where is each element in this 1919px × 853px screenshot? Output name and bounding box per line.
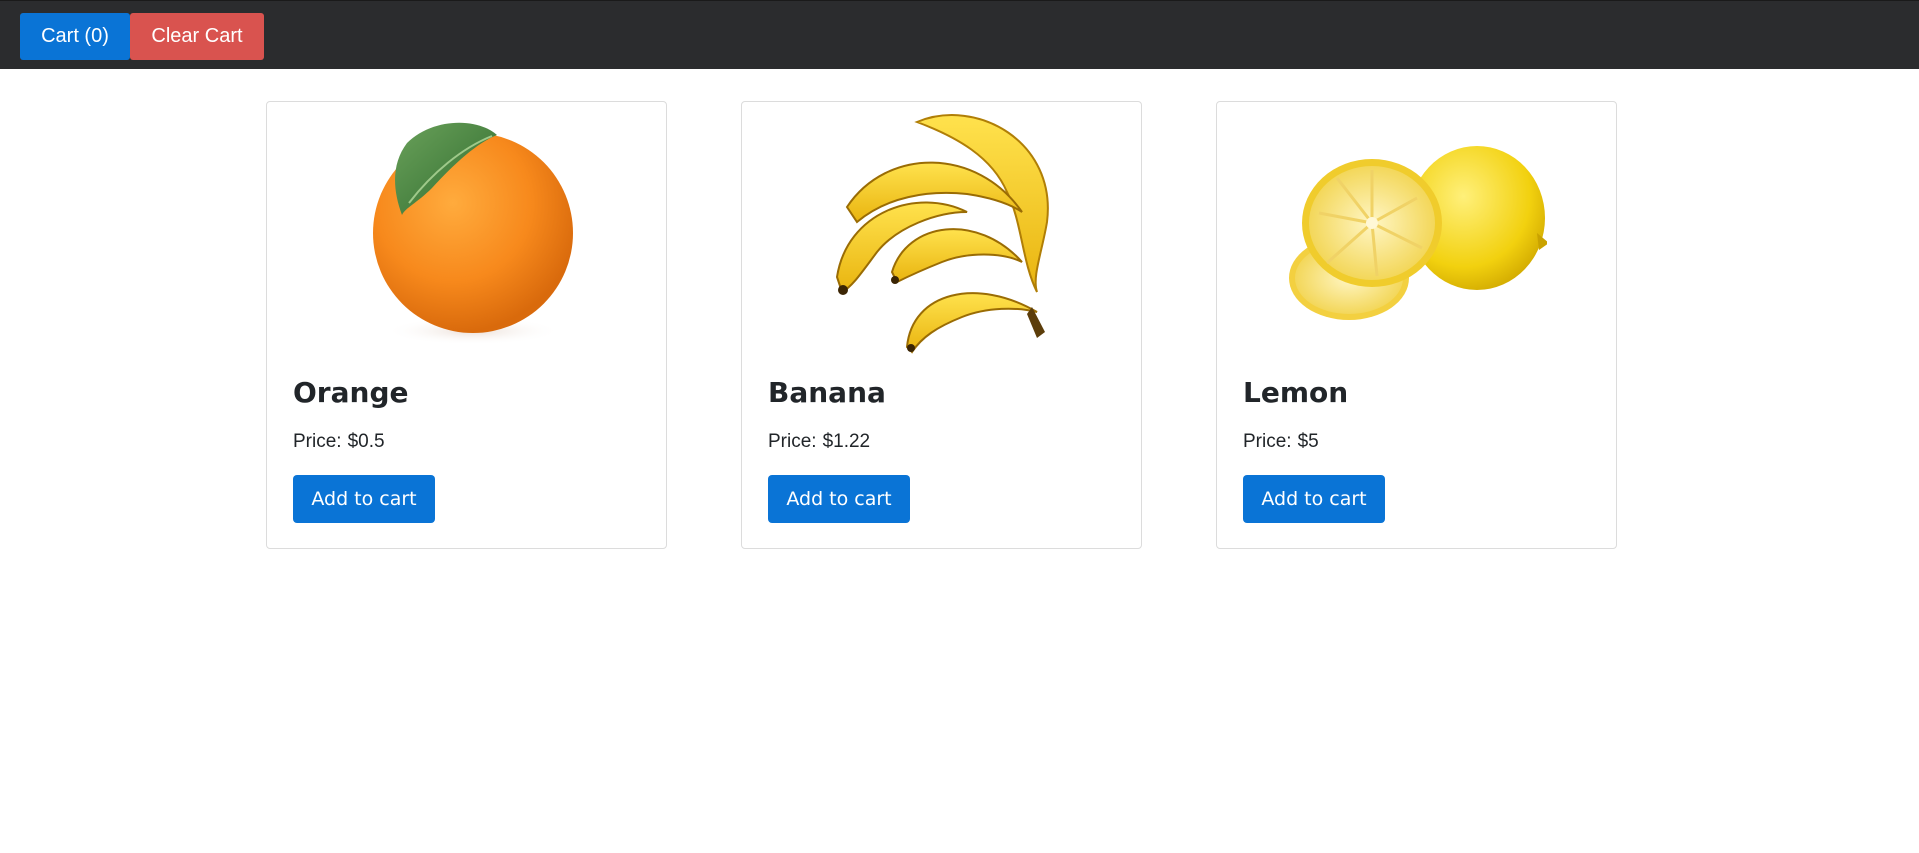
add-to-cart-button[interactable]: Add to cart	[293, 475, 435, 523]
price-value: $0.5	[347, 431, 385, 452]
product-card-orange: Orange Price: $0.5 Add to cart	[266, 101, 667, 549]
product-title: Banana	[768, 376, 886, 409]
product-title: Orange	[293, 376, 409, 409]
banana-image	[742, 102, 1141, 354]
product-price: Price: $1.22	[768, 431, 870, 453]
orange-image	[267, 102, 666, 354]
price-value: $5	[1297, 431, 1319, 452]
product-card-banana: Banana Price: $1.22 Add to cart	[741, 101, 1142, 549]
product-price: Price: $0.5	[293, 431, 385, 453]
product-card-lemon: Lemon Price: $5 Add to cart	[1216, 101, 1617, 549]
price-label: Price:	[293, 431, 342, 452]
cart-button[interactable]: Cart (0)	[20, 13, 130, 60]
clear-cart-button[interactable]: Clear Cart	[130, 13, 264, 60]
add-to-cart-button[interactable]: Add to cart	[1243, 475, 1385, 523]
price-value: $1.22	[822, 431, 871, 452]
price-label: Price:	[1243, 431, 1292, 452]
add-to-cart-button[interactable]: Add to cart	[768, 475, 910, 523]
top-navbar: Cart (0) Clear Cart	[0, 0, 1919, 69]
price-label: Price:	[768, 431, 817, 452]
product-title: Lemon	[1243, 376, 1349, 409]
lemon-image	[1217, 102, 1616, 354]
product-price: Price: $5	[1243, 431, 1319, 453]
